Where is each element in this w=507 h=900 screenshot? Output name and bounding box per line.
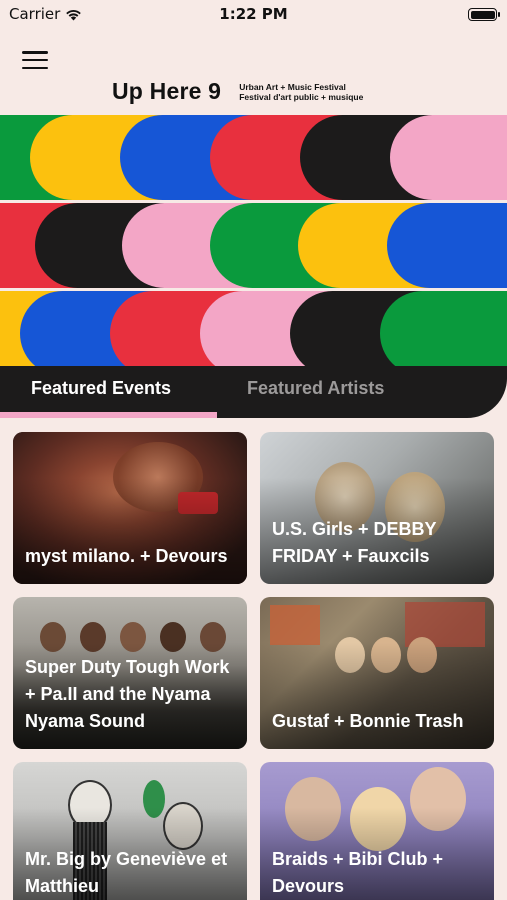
event-title: Gustaf + Bonnie Trash — [272, 711, 464, 731]
tab-featured-events[interactable]: Featured Events — [31, 378, 171, 399]
subtitle-english: Urban Art + Music Festival — [239, 81, 346, 92]
event-title: Mr. Big by Geneviève et Matthieu — [25, 849, 228, 896]
subtitle-french: Festival d'art public + musique — [239, 91, 364, 102]
event-title: Braids + Bibi Club + Devours — [272, 849, 444, 896]
event-card[interactable]: myst milano. + Devours — [13, 432, 247, 584]
pattern-capsule — [387, 203, 507, 288]
festival-logo: Up Here 9 Urban Art + Music Festival Fes… — [112, 78, 363, 105]
pattern-capsule — [390, 115, 507, 200]
pattern-capsule — [380, 291, 507, 370]
event-grid: myst milano. + Devours U.S. Girls + DEBB… — [13, 432, 495, 900]
event-title: Super Duty Tough Work + Pa.II and the Ny… — [25, 657, 230, 731]
festival-subtitle: Urban Art + Music Festival Festival d'ar… — [239, 82, 363, 102]
pattern-artwork — [0, 115, 507, 370]
event-title: U.S. Girls + DEBBY FRIDAY + Fauxcils — [272, 519, 437, 566]
event-title: myst milano. + Devours — [25, 546, 228, 566]
app-title: Up Here 9 — [112, 78, 222, 104]
event-card[interactable]: Gustaf + Bonnie Trash — [260, 597, 494, 749]
event-card[interactable]: U.S. Girls + DEBBY FRIDAY + Fauxcils — [260, 432, 494, 584]
battery-icon — [468, 8, 500, 21]
hamburger-icon-line — [22, 58, 48, 62]
hamburger-icon-line — [22, 66, 48, 69]
event-card[interactable]: Mr. Big by Geneviève et Matthieu — [13, 762, 247, 900]
status-time: 1:22 PM — [219, 5, 288, 23]
tab-featured-artists[interactable]: Featured Artists — [247, 378, 384, 399]
event-card[interactable]: Super Duty Tough Work + Pa.II and the Ny… — [13, 597, 247, 749]
hero-banner — [0, 115, 507, 370]
menu-button[interactable] — [22, 50, 48, 70]
active-tab-indicator — [0, 412, 217, 418]
tab-bar: Featured Events Featured Artists — [0, 366, 507, 418]
event-card[interactable]: Braids + Bibi Club + Devours — [260, 762, 494, 900]
status-bar: Carrier 1:22 PM — [0, 0, 507, 30]
hamburger-icon — [22, 51, 48, 54]
